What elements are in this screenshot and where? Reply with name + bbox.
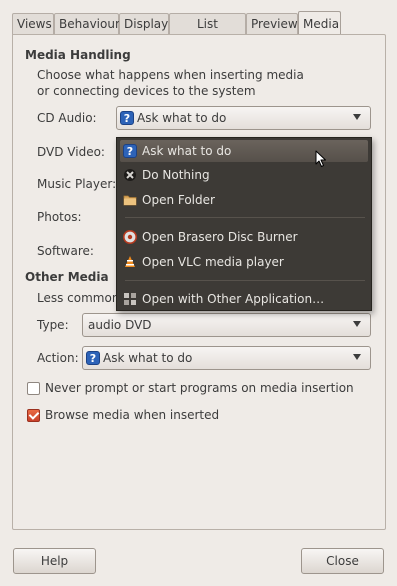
cd-audio-dropdown-menu: ? Ask what to do Do Nothing Open Folder …: [116, 137, 372, 311]
cd-audio-label: CD Audio:: [37, 111, 97, 125]
action-combo[interactable]: ? Ask what to do: [82, 346, 371, 370]
menu-item-other-application[interactable]: Open with Other Application…: [120, 288, 368, 310]
never-prompt-label[interactable]: Never prompt or start programs on media …: [45, 381, 354, 395]
photos-label: Photos:: [37, 210, 82, 224]
dvd-video-label: DVD Video:: [37, 145, 105, 159]
music-player-label: Music Player:: [37, 177, 117, 191]
menu-item-label: Open Brasero Disc Burner: [142, 230, 298, 244]
question-icon: ?: [86, 351, 100, 365]
mouse-cursor-icon: [315, 150, 326, 167]
tab-label: Preview: [251, 17, 298, 31]
tab-label: Display: [124, 17, 169, 31]
browse-media-checkbox[interactable]: [27, 409, 40, 422]
tab-views[interactable]: Views: [12, 13, 54, 34]
tab-behaviour[interactable]: Behaviour: [54, 13, 120, 34]
tab-display[interactable]: Display: [119, 13, 169, 34]
menu-item-do-nothing[interactable]: Do Nothing: [120, 164, 368, 186]
folder-icon: [123, 195, 137, 206]
menu-item-label: Open VLC media player: [142, 255, 284, 269]
dropdown-arrow-icon: [353, 114, 361, 120]
tab-media[interactable]: Media: [298, 11, 341, 36]
tab-label: Views: [17, 17, 52, 31]
other-media-title: Other Media: [25, 270, 109, 284]
action-label: Action:: [37, 351, 79, 365]
tab-list-columns[interactable]: List Columns: [169, 13, 246, 52]
application-icon: [124, 293, 136, 305]
tab-label: Media: [303, 17, 340, 31]
type-label: Type:: [37, 318, 69, 332]
menu-separator: [125, 217, 365, 218]
dropdown-arrow-icon: [353, 354, 361, 360]
browse-media-label[interactable]: Browse media when inserted: [45, 408, 219, 422]
do-nothing-icon: [124, 169, 136, 181]
media-handling-description-1: Choose what happens when inserting media: [37, 68, 304, 82]
menu-separator: [125, 280, 365, 281]
never-prompt-checkbox[interactable]: [27, 382, 40, 395]
media-handling-description-2: or connecting devices to the system: [37, 84, 256, 98]
menu-item-ask-what-to-do[interactable]: ? Ask what to do: [120, 140, 368, 162]
media-handling-title: Media Handling: [25, 48, 131, 62]
type-value: audio DVD: [88, 318, 152, 332]
vlc-icon: [125, 256, 135, 267]
menu-item-label: Open Folder: [142, 193, 215, 207]
menu-item-vlc[interactable]: Open VLC media player: [120, 251, 368, 273]
brasero-icon: [123, 230, 137, 244]
cd-audio-combo[interactable]: ? Ask what to do: [116, 106, 371, 130]
dropdown-arrow-icon: [353, 321, 361, 327]
tab-preview[interactable]: Preview: [246, 13, 298, 34]
cd-audio-value: Ask what to do: [137, 111, 227, 125]
menu-item-label: Ask what to do: [142, 144, 232, 158]
software-label: Software:: [37, 244, 94, 258]
menu-item-label: Open with Other Application…: [142, 292, 325, 306]
type-combo[interactable]: audio DVD: [82, 313, 371, 337]
question-icon: ?: [120, 111, 134, 125]
menu-item-label: Do Nothing: [142, 168, 210, 182]
menu-item-brasero[interactable]: Open Brasero Disc Burner: [120, 226, 368, 248]
action-value: Ask what to do: [103, 351, 193, 365]
help-button[interactable]: Help: [13, 548, 96, 574]
question-icon: ?: [123, 144, 137, 158]
close-button[interactable]: Close: [301, 548, 384, 574]
menu-item-open-folder[interactable]: Open Folder: [120, 189, 368, 211]
tab-label: Behaviour: [59, 17, 120, 31]
